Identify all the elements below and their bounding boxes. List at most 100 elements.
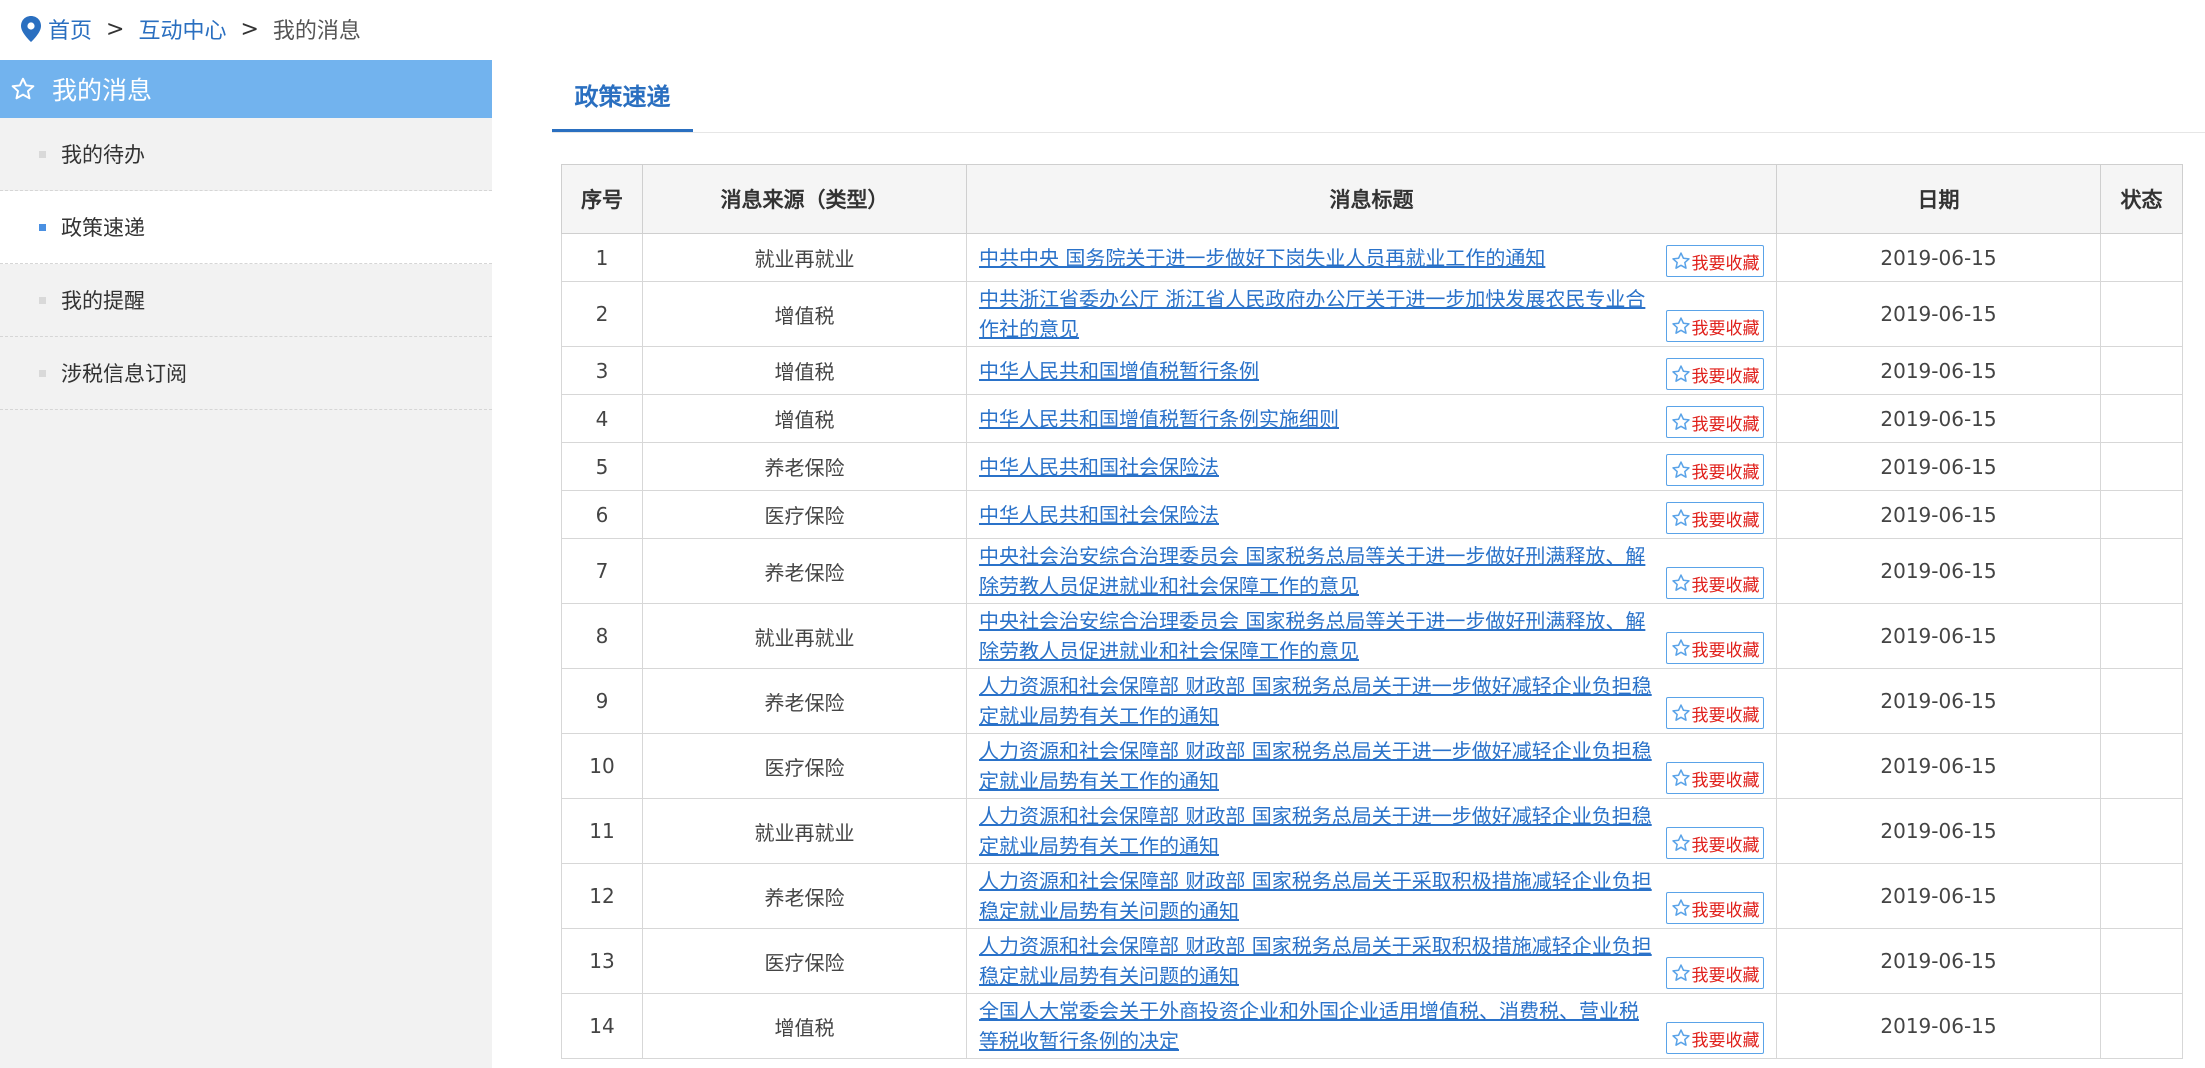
star-outline-icon bbox=[1671, 364, 1692, 384]
message-title-link[interactable]: 人力资源和社会保障部 财政部 国家税务总局关于进一步做好减轻企业负担稳定就业局势… bbox=[979, 671, 1766, 731]
cell-source: 增值税 bbox=[642, 394, 967, 443]
favorite-button[interactable]: 我要收藏 bbox=[1666, 245, 1764, 277]
cell-date: 2019-06-15 bbox=[1776, 733, 2101, 799]
cell-title: 中央社会治安综合治理委员会 国家税务总局等关于进一步做好刑满释放、解除劳教人员促… bbox=[966, 538, 1777, 604]
message-title-link[interactable]: 人力资源和社会保障部 财政部 国家税务总局关于进一步做好减轻企业负担稳定就业局势… bbox=[979, 801, 1766, 861]
message-title-link[interactable]: 中共浙江省委办公厅 浙江省人民政府办公厅关于进一步加快发展农民专业合作社的意见 bbox=[979, 284, 1766, 344]
sidebar-title: 我的消息 bbox=[52, 76, 153, 105]
cell-source: 就业再就业 bbox=[642, 603, 967, 669]
message-title-link[interactable]: 中央社会治安综合治理委员会 国家税务总局等关于进一步做好刑满释放、解除劳教人员促… bbox=[979, 606, 1766, 666]
favorite-button[interactable]: 我要收藏 bbox=[1666, 892, 1764, 924]
breadcrumb-interaction-center-link[interactable]: 互动中心 bbox=[138, 13, 226, 45]
favorite-label: 我要收藏 bbox=[1691, 575, 1760, 596]
table-row: 9 养老保险 人力资源和社会保障部 财政部 国家税务总局关于进一步做好减轻企业负担稳… bbox=[561, 668, 2183, 734]
star-outline-icon bbox=[1671, 638, 1692, 658]
cell-title: 中华人民共和国增值税暂行条例 我要收藏 bbox=[966, 346, 1777, 395]
cell-index: 2 bbox=[561, 281, 643, 347]
breadcrumb-current: 我的消息 bbox=[272, 19, 361, 44]
message-title-link[interactable]: 中华人民共和国增值税暂行条例实施细则 bbox=[979, 404, 1766, 434]
table-row: 8 就业再就业 中央社会治安综合治理委员会 国家税务总局等关于进一步做好刑满释放、解… bbox=[561, 603, 2183, 669]
message-title-link[interactable]: 中华人民共和国社会保险法 bbox=[979, 500, 1766, 530]
sidebar-item-policy-express[interactable]: 政策速递 bbox=[0, 191, 492, 264]
cell-source: 医疗保险 bbox=[642, 928, 967, 994]
cell-date: 2019-06-15 bbox=[1776, 928, 2101, 994]
star-outline-icon bbox=[1671, 703, 1692, 723]
cell-source: 就业再就业 bbox=[642, 798, 967, 864]
table-row: 5 养老保险 中华人民共和国社会保险法 我要收藏 2019-06-15 bbox=[561, 442, 2183, 491]
cell-status bbox=[2100, 281, 2183, 347]
favorite-label: 我要收藏 bbox=[1691, 253, 1760, 274]
message-title-link[interactable]: 中华人民共和国增值税暂行条例 bbox=[979, 356, 1766, 386]
message-title-link[interactable]: 中华人民共和国社会保险法 bbox=[979, 452, 1766, 482]
table-row: 11 就业再就业 人力资源和社会保障部 财政部 国家税务总局关于进一步做好减轻企业负… bbox=[561, 798, 2183, 864]
cell-source: 增值税 bbox=[642, 346, 967, 395]
cell-date: 2019-06-15 bbox=[1776, 863, 2101, 929]
cell-title: 中央社会治安综合治理委员会 国家税务总局等关于进一步做好刑满释放、解除劳教人员促… bbox=[966, 603, 1777, 669]
table-row: 6 医疗保险 中华人民共和国社会保险法 我要收藏 2019-06-15 bbox=[561, 490, 2183, 539]
cell-date: 2019-06-15 bbox=[1776, 394, 2101, 443]
sidebar-header: 我的消息 bbox=[0, 60, 492, 118]
cell-date: 2019-06-15 bbox=[1776, 798, 2101, 864]
cell-title: 人力资源和社会保障部 财政部 国家税务总局关于采取积极措施减轻企业负担稳定就业局… bbox=[966, 863, 1777, 929]
cell-title: 全国人大常委会关于外商投资企业和外国企业适用增值税、消费税、营业税等税收暂行条例… bbox=[966, 993, 1777, 1059]
cell-source: 养老保险 bbox=[642, 442, 967, 491]
tab-policy-express[interactable]: 政策速递 bbox=[552, 60, 693, 132]
column-header-index: 序号 bbox=[561, 164, 643, 234]
favorite-button[interactable]: 我要收藏 bbox=[1666, 957, 1764, 989]
favorite-label: 我要收藏 bbox=[1691, 965, 1760, 986]
favorite-button[interactable]: 我要收藏 bbox=[1666, 454, 1764, 486]
favorite-label: 我要收藏 bbox=[1691, 414, 1760, 435]
message-table: 序号 消息来源（类型） 消息标题 日期 状态 1 就业再就业 中共中央 国务院关于进… bbox=[561, 164, 2183, 1059]
cell-source: 医疗保险 bbox=[642, 490, 967, 539]
cell-title: 人力资源和社会保障部 财政部 国家税务总局关于进一步做好减轻企业负担稳定就业局势… bbox=[966, 733, 1777, 799]
message-title-link[interactable]: 人力资源和社会保障部 财政部 国家税务总局关于采取积极措施减轻企业负担稳定就业局… bbox=[979, 931, 1766, 991]
table-row: 12 养老保险 人力资源和社会保障部 财政部 国家税务总局关于采取积极措施减轻企业负… bbox=[561, 863, 2183, 929]
sidebar-item-label: 涉税信息订阅 bbox=[61, 362, 187, 386]
favorite-button[interactable]: 我要收藏 bbox=[1666, 1022, 1764, 1054]
cell-status bbox=[2100, 798, 2183, 864]
message-title-link[interactable]: 中共中央 国务院关于进一步做好下岗失业人员再就业工作的通知 bbox=[979, 243, 1766, 273]
favorite-button[interactable]: 我要收藏 bbox=[1666, 502, 1764, 534]
favorite-label: 我要收藏 bbox=[1691, 318, 1760, 339]
cell-date: 2019-06-15 bbox=[1776, 233, 2101, 282]
favorite-button[interactable]: 我要收藏 bbox=[1666, 697, 1764, 729]
cell-index: 5 bbox=[561, 442, 643, 491]
favorite-button[interactable]: 我要收藏 bbox=[1666, 827, 1764, 859]
cell-status bbox=[2100, 233, 2183, 282]
cell-title: 中华人民共和国增值税暂行条例实施细则 我要收藏 bbox=[966, 394, 1777, 443]
message-title-link[interactable]: 人力资源和社会保障部 财政部 国家税务总局关于进一步做好减轻企业负担稳定就业局势… bbox=[979, 736, 1766, 796]
favorite-label: 我要收藏 bbox=[1691, 705, 1760, 726]
cell-date: 2019-06-15 bbox=[1776, 490, 2101, 539]
cell-index: 13 bbox=[561, 928, 643, 994]
column-header-title: 消息标题 bbox=[966, 164, 1777, 234]
cell-index: 10 bbox=[561, 733, 643, 799]
favorite-button[interactable]: 我要收藏 bbox=[1666, 762, 1764, 794]
breadcrumb: 首页 > 互动中心 > 我的消息 bbox=[20, 12, 361, 46]
cell-index: 7 bbox=[561, 538, 643, 604]
message-title-link[interactable]: 中央社会治安综合治理委员会 国家税务总局等关于进一步做好刑满释放、解除劳教人员促… bbox=[979, 541, 1766, 601]
star-outline-icon bbox=[1671, 898, 1692, 918]
favorite-button[interactable]: 我要收藏 bbox=[1666, 310, 1764, 342]
favorite-label: 我要收藏 bbox=[1691, 366, 1760, 387]
message-title-link[interactable]: 人力资源和社会保障部 财政部 国家税务总局关于采取积极措施减轻企业负担稳定就业局… bbox=[979, 866, 1766, 926]
breadcrumb-separator: > bbox=[240, 16, 259, 42]
cell-date: 2019-06-15 bbox=[1776, 993, 2101, 1059]
cell-index: 12 bbox=[561, 863, 643, 929]
sidebar-item-my-todo[interactable]: 我的待办 bbox=[0, 118, 492, 191]
cell-date: 2019-06-15 bbox=[1776, 346, 2101, 395]
favorite-button[interactable]: 我要收藏 bbox=[1666, 358, 1764, 390]
sidebar-item-my-reminders[interactable]: 我的提醒 bbox=[0, 264, 492, 337]
sidebar-item-tax-subscription[interactable]: 涉税信息订阅 bbox=[0, 337, 492, 410]
column-header-date: 日期 bbox=[1776, 164, 2101, 234]
favorite-label: 我要收藏 bbox=[1691, 640, 1760, 661]
cell-status bbox=[2100, 668, 2183, 734]
favorite-button[interactable]: 我要收藏 bbox=[1666, 567, 1764, 599]
favorite-button[interactable]: 我要收藏 bbox=[1666, 406, 1764, 438]
message-title-link[interactable]: 全国人大常委会关于外商投资企业和外国企业适用增值税、消费税、营业税等税收暂行条例… bbox=[979, 996, 1766, 1056]
star-outline-icon bbox=[1671, 1028, 1692, 1048]
column-header-status: 状态 bbox=[2100, 164, 2183, 234]
favorite-button[interactable]: 我要收藏 bbox=[1666, 632, 1764, 664]
breadcrumb-home-link[interactable]: 首页 bbox=[48, 13, 92, 45]
table-row: 7 养老保险 中央社会治安综合治理委员会 国家税务总局等关于进一步做好刑满释放、解除… bbox=[561, 538, 2183, 604]
table-body: 1 就业再就业 中共中央 国务院关于进一步做好下岗失业人员再就业工作的通知 我要收藏 2… bbox=[561, 233, 2183, 1059]
